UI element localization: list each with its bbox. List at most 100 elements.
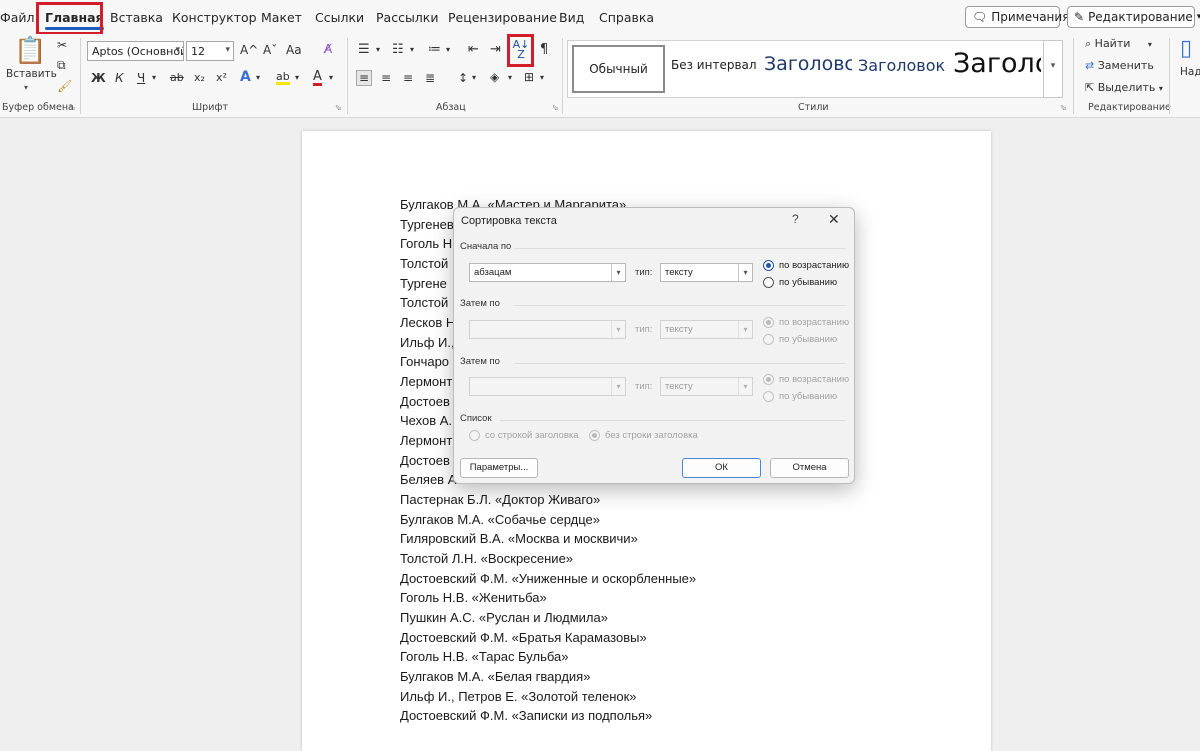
tab-references[interactable]: Ссылки	[315, 10, 364, 25]
sort2-ascending-radio[interactable]: по возрастанию	[763, 317, 849, 328]
highlight-color-icon[interactable]: ab	[276, 71, 290, 85]
format-painter-icon[interactable]: 🖌	[57, 80, 72, 92]
document-line[interactable]: Гоголь Н.В. «Женитьба»	[400, 590, 547, 605]
dialog-launcher-icon[interactable]: ⬂	[335, 103, 342, 112]
radio-button[interactable]	[763, 317, 774, 328]
document-line[interactable]: Лермонт	[400, 374, 452, 389]
align-right-icon[interactable]: ≡	[403, 72, 413, 84]
styles-more-button[interactable]: ▾	[1043, 40, 1063, 98]
copy-icon[interactable]: ⧉	[57, 59, 66, 71]
document-line[interactable]: Чехов А.	[400, 413, 452, 428]
chevron-down-icon[interactable]: ▾	[24, 84, 28, 92]
tab-review[interactable]: Рецензирование	[448, 10, 557, 25]
document-line[interactable]: Достоевский Ф.М. «Записки из подполья»	[400, 708, 652, 723]
sort3-descending-radio[interactable]: по убыванию	[763, 391, 837, 402]
dialog-launcher-icon[interactable]: ⬂	[552, 103, 559, 112]
partial-button-label[interactable]: Над	[1180, 67, 1200, 78]
borders-icon[interactable]: ⊞	[524, 71, 534, 83]
font-name-combo[interactable]: Aptos (Основной ▾	[87, 41, 184, 61]
shading-icon[interactable]: ◈	[490, 71, 499, 83]
style-normal[interactable]: Обычный	[572, 45, 665, 93]
editing-mode-button[interactable]: ✎ Редактирование ▾	[1067, 6, 1200, 28]
document-line[interactable]: Булгаков М.А. «Белая гвардия»	[400, 669, 590, 684]
document-line[interactable]: Беляев А	[400, 472, 456, 487]
dialog-launcher-icon[interactable]: ⬂	[69, 103, 76, 112]
superscript-button[interactable]: x²	[216, 72, 227, 83]
tab-insert[interactable]: Вставка	[110, 10, 163, 25]
then-by-type-select-2[interactable]: тексту ▾	[660, 377, 753, 396]
find-button[interactable]: ⌕ Найти ▾	[1085, 38, 1152, 49]
justify-icon[interactable]: ≣	[425, 72, 435, 84]
document-line[interactable]: Лесков Н	[400, 315, 455, 330]
dialog-launcher-icon[interactable]: ⬂	[1060, 103, 1067, 112]
with-header-row-radio[interactable]: со строкой заголовка	[469, 430, 579, 441]
cut-icon[interactable]: ✂	[57, 39, 67, 51]
document-line[interactable]: Пастернак Б.Л. «Доктор Живаго»	[400, 492, 600, 507]
then-by-field-select-2[interactable]: ▾	[469, 377, 626, 396]
select-button[interactable]: ⇱ Выделить ▾	[1085, 82, 1163, 93]
document-line[interactable]: Тургене	[400, 276, 447, 291]
tab-view[interactable]: Вид	[559, 10, 584, 25]
no-header-row-radio[interactable]: без строки заголовка	[589, 430, 698, 441]
chevron-down-icon[interactable]: ▾	[410, 46, 414, 54]
sort-by-field-select[interactable]: абзацам ▾	[469, 263, 626, 282]
radio-button[interactable]	[763, 277, 774, 288]
tab-layout[interactable]: Макет	[261, 10, 302, 25]
multilevel-list-icon[interactable]: ≔	[428, 43, 441, 56]
close-icon[interactable]: ✕	[828, 211, 840, 228]
grow-font-icon[interactable]: A^	[240, 44, 258, 56]
chevron-down-icon[interactable]: ▾	[472, 74, 476, 82]
document-line[interactable]: Гиляровский В.А. «Москва и москвичи»	[400, 531, 638, 546]
clear-formatting-icon[interactable]: A̸	[324, 43, 332, 55]
show-formatting-marks-icon[interactable]: ¶	[540, 43, 548, 56]
style-no-spacing[interactable]: Без интервал	[671, 58, 757, 72]
sort-by-type-select[interactable]: тексту ▾	[660, 263, 753, 282]
align-center-icon[interactable]: ≡	[381, 72, 391, 84]
numbering-icon[interactable]: ☷	[392, 43, 404, 56]
chevron-down-icon[interactable]: ▾	[329, 74, 333, 82]
style-title[interactable]: Заголс	[953, 48, 1041, 79]
document-line[interactable]: Булгаков М.А. «Собачье сердце»	[400, 512, 600, 527]
radio-button[interactable]	[763, 334, 774, 345]
change-case-icon[interactable]: Aa	[286, 44, 302, 56]
tab-design[interactable]: Конструктор	[172, 10, 257, 25]
document-line[interactable]: Гоголь Н.В. «Тарас Бульба»	[400, 649, 568, 664]
tab-file[interactable]: Файл	[0, 10, 35, 25]
style-heading-1[interactable]: Заголовс	[764, 53, 852, 75]
document-line[interactable]: Пушкин А.С. «Руслан и Людмила»	[400, 610, 608, 625]
align-left-icon[interactable]: ≡	[356, 70, 373, 86]
sort3-ascending-radio[interactable]: по возрастанию	[763, 374, 849, 385]
chevron-down-icon[interactable]: ▾	[152, 74, 156, 82]
help-button[interactable]: ?	[792, 212, 799, 226]
chevron-down-icon[interactable]: ▾	[446, 46, 450, 54]
paste-button-label[interactable]: Вставить	[6, 69, 57, 80]
document-line[interactable]: Достоевский Ф.М. «Братья Карамазовы»	[400, 630, 647, 645]
tab-home[interactable]: Главная	[45, 10, 104, 30]
chevron-down-icon[interactable]: ▾	[376, 46, 380, 54]
decrease-indent-icon[interactable]: ⇤	[468, 43, 479, 56]
cancel-button[interactable]: Отмена	[770, 458, 849, 478]
bullets-icon[interactable]: ☰	[358, 43, 370, 56]
sort2-descending-radio[interactable]: по убыванию	[763, 334, 837, 345]
document-line[interactable]: Достоевский Ф.М. «Униженные и оскорбленн…	[400, 571, 696, 586]
document-line[interactable]: Толстой Л.Н. «Воскресение»	[400, 551, 573, 566]
radio-button[interactable]	[763, 391, 774, 402]
font-color-icon[interactable]: A	[313, 70, 322, 86]
then-by-type-select[interactable]: тексту ▾	[660, 320, 753, 339]
shrink-font-icon[interactable]: Aˇ	[263, 44, 277, 56]
document-line[interactable]: Толстой	[400, 256, 448, 271]
dictate-icon[interactable]: ▯	[1180, 38, 1192, 60]
options-button[interactable]: Параметры...	[460, 458, 538, 478]
comments-button[interactable]: 🗨 Примечания	[965, 6, 1069, 28]
tab-help[interactable]: Справка	[599, 10, 654, 25]
sort1-descending-radio[interactable]: по убыванию	[763, 277, 837, 288]
text-effects-icon[interactable]: A	[240, 70, 251, 84]
radio-button[interactable]	[589, 430, 600, 441]
italic-button[interactable]: К	[115, 72, 124, 84]
ok-button[interactable]: ОК	[682, 458, 761, 478]
line-spacing-icon[interactable]: ↕	[458, 72, 468, 84]
radio-button[interactable]	[469, 430, 480, 441]
font-size-combo[interactable]: 12 ▾	[186, 41, 234, 61]
increase-indent-icon[interactable]: ⇥	[490, 43, 501, 56]
document-line[interactable]: Толстой	[400, 295, 448, 310]
